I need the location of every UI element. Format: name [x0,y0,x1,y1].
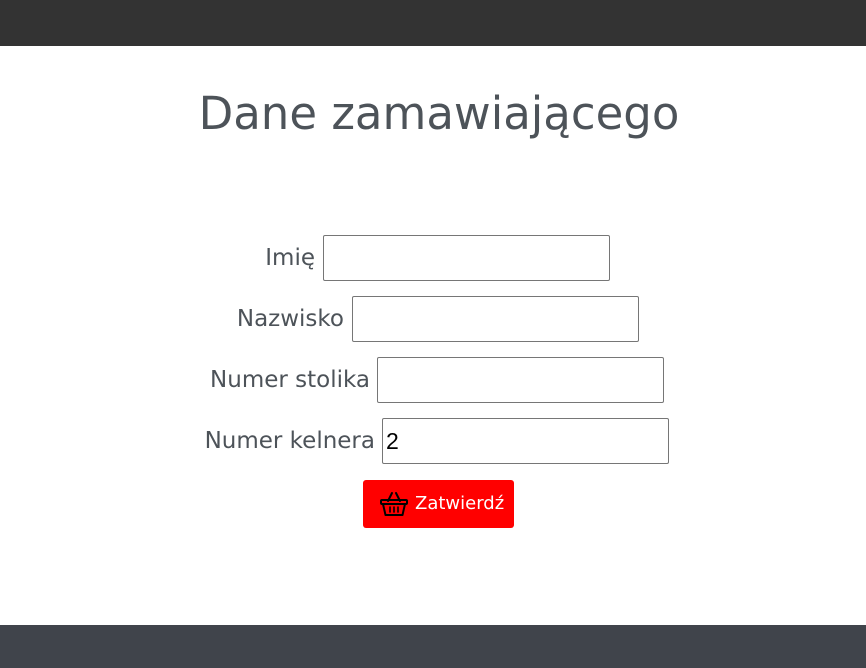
table-number-label: Numer stolika [210,367,370,393]
submit-button[interactable]: Zatwierdź [363,480,514,528]
basket-icon [380,492,408,516]
form-row-table-number: Numer stolika [0,357,866,403]
first-name-input[interactable] [323,235,610,281]
table-number-input[interactable] [377,357,664,403]
top-navbar [0,0,866,46]
page-title: Dane zamawiającego [198,87,680,140]
last-name-input[interactable] [352,296,639,342]
submit-button-label: Zatwierdź [415,493,505,514]
form-row-waiter-number: Numer kelnera [0,418,866,464]
footer-bar [0,625,866,668]
form-row-last-name: Nazwisko [0,296,866,342]
form-row-first-name: Imię [0,235,866,281]
first-name-label: Imię [265,245,315,271]
waiter-number-label: Numer kelnera [204,428,375,454]
waiter-number-input[interactable] [382,418,669,464]
last-name-label: Nazwisko [236,306,344,332]
